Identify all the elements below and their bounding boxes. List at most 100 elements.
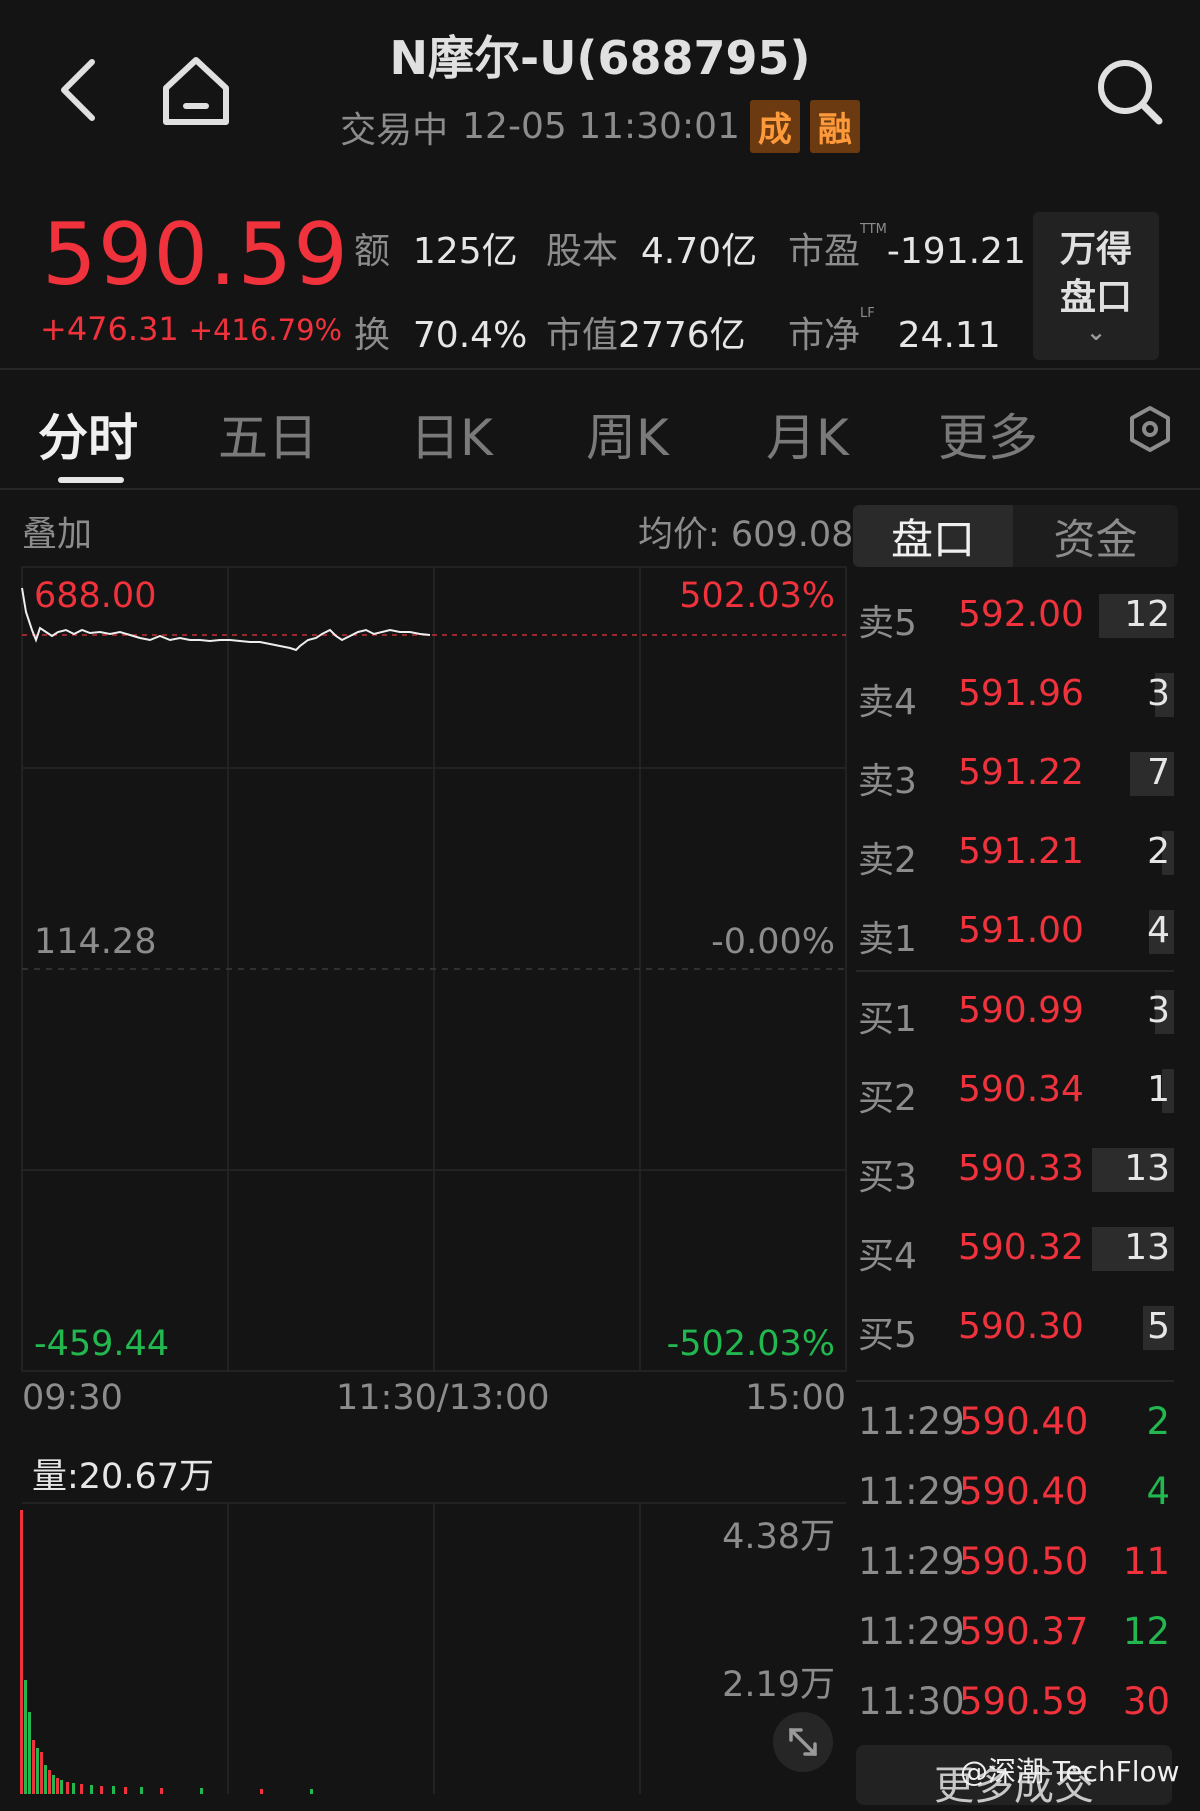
settings-hexagon-icon bbox=[1130, 406, 1170, 452]
level-quantity: 7 bbox=[1147, 752, 1170, 793]
y-axis-top-price: 688.00 bbox=[34, 576, 157, 616]
level-quantity: 3 bbox=[1147, 990, 1170, 1031]
level-quantity: 12 bbox=[1124, 594, 1170, 635]
level-price: 590.33 bbox=[958, 1148, 1084, 1189]
volume-label: 量:20.67万 bbox=[32, 1457, 214, 1497]
y-axis-mid-price: 114.28 bbox=[34, 922, 157, 962]
volume-axis-mid: 2.19万 bbox=[722, 1665, 835, 1705]
y-axis-bottom-price: -459.44 bbox=[34, 1324, 170, 1364]
chevron-down-icon: ⌄ bbox=[1085, 318, 1107, 346]
trade-quantity: 12 bbox=[1122, 1610, 1170, 1653]
orderbook-row[interactable]: 卖3 591.22 7 bbox=[856, 742, 1174, 806]
y-axis-mid-percent: -0.00% bbox=[711, 922, 835, 962]
volume-bar bbox=[260, 1789, 263, 1794]
wande-line1: 万得 bbox=[1059, 229, 1132, 270]
orderbook-trades-divider bbox=[856, 1380, 1174, 1382]
level-price: 590.30 bbox=[958, 1306, 1084, 1347]
volume-bar bbox=[80, 1784, 83, 1794]
orderbook-row[interactable]: 买5 590.30 5 bbox=[856, 1296, 1174, 1360]
trade-quantity: 11 bbox=[1122, 1540, 1170, 1583]
orderbook-row[interactable]: 买4 590.32 13 bbox=[856, 1217, 1174, 1281]
level-quantity: 2 bbox=[1147, 831, 1170, 872]
volume-bar bbox=[124, 1787, 127, 1794]
level-quantity: 5 bbox=[1147, 1306, 1170, 1347]
wande-orderbook-button[interactable]: 万得 盘口 ⌄ bbox=[1033, 212, 1159, 360]
orderbook-row[interactable]: 买1 590.99 3 bbox=[856, 980, 1174, 1044]
volume-bar bbox=[56, 1778, 59, 1794]
volume-bar bbox=[72, 1783, 75, 1794]
x-axis-start: 09:30 bbox=[22, 1378, 123, 1418]
level-price: 590.34 bbox=[958, 1069, 1084, 1110]
volume-bar bbox=[140, 1787, 143, 1794]
volume-bar bbox=[66, 1782, 69, 1794]
level-quantity: 13 bbox=[1124, 1227, 1170, 1268]
level-quantity: 13 bbox=[1124, 1148, 1170, 1189]
trade-price: 590.59 bbox=[959, 1680, 1089, 1723]
search-button[interactable] bbox=[1090, 52, 1170, 132]
level-label: 卖3 bbox=[858, 761, 917, 802]
level-price: 591.22 bbox=[958, 752, 1084, 793]
volume-bar bbox=[40, 1752, 43, 1794]
level-price: 591.00 bbox=[958, 910, 1084, 951]
chart-settings-button[interactable] bbox=[1126, 402, 1174, 456]
volume-bar bbox=[28, 1712, 31, 1794]
orderbook-row[interactable]: 卖5 592.00 12 bbox=[856, 584, 1174, 648]
wande-line2: 盘口 bbox=[1059, 277, 1132, 318]
volume-bar bbox=[52, 1775, 55, 1794]
level-label: 买5 bbox=[858, 1315, 917, 1356]
y-axis-bottom-percent: -502.03% bbox=[666, 1324, 835, 1364]
level-price: 590.32 bbox=[958, 1227, 1084, 1268]
orderbook-row[interactable]: 卖1 591.00 4 bbox=[856, 900, 1174, 964]
volume-axis-top: 4.38万 bbox=[722, 1517, 835, 1557]
y-axis-top-percent: 502.03% bbox=[679, 576, 835, 616]
tab-orderbook[interactable]: 盘口 bbox=[853, 505, 1013, 567]
orderbook-row[interactable]: 买2 590.34 1 bbox=[856, 1059, 1174, 1123]
level-quantity: 1 bbox=[1147, 1069, 1170, 1110]
trade-price: 590.37 bbox=[959, 1610, 1089, 1653]
trade-price: 590.40 bbox=[959, 1400, 1089, 1443]
x-axis-end: 15:00 bbox=[745, 1378, 846, 1418]
volume-bar bbox=[32, 1740, 35, 1794]
orderbook-row[interactable]: 卖2 591.21 2 bbox=[856, 821, 1174, 885]
volume-bar bbox=[100, 1786, 103, 1794]
level-label: 买1 bbox=[858, 999, 917, 1040]
search-icon bbox=[1098, 60, 1163, 125]
level-label: 卖1 bbox=[858, 919, 917, 960]
volume-bar bbox=[44, 1765, 47, 1794]
x-axis-mid: 11:30/13:00 bbox=[336, 1378, 550, 1418]
level-label: 买3 bbox=[858, 1157, 917, 1198]
level-label: 买2 bbox=[858, 1078, 917, 1119]
level-price: 591.96 bbox=[958, 673, 1084, 714]
level-price: 592.00 bbox=[958, 594, 1084, 635]
trade-quantity: 30 bbox=[1122, 1680, 1170, 1723]
volume-bar bbox=[90, 1785, 93, 1794]
level-label: 卖2 bbox=[858, 840, 917, 881]
orderbook-row[interactable]: 卖4 591.96 3 bbox=[856, 663, 1174, 727]
watermark: @深潮 TechFlow bbox=[960, 1755, 1180, 1788]
tab-capital-flow[interactable]: 资金 bbox=[1013, 505, 1178, 567]
level-price: 590.99 bbox=[958, 990, 1084, 1031]
volume-bar bbox=[310, 1789, 313, 1794]
trade-price: 590.40 bbox=[959, 1470, 1089, 1513]
level-label: 卖4 bbox=[858, 682, 917, 723]
volume-bar bbox=[36, 1748, 39, 1794]
expand-arrows-icon bbox=[789, 1728, 817, 1756]
volume-bar bbox=[200, 1788, 203, 1794]
fullscreen-button[interactable] bbox=[773, 1712, 833, 1772]
trade-quantity: 4 bbox=[1146, 1470, 1170, 1513]
trade-time: 11:29 bbox=[858, 1540, 965, 1583]
volume-bar bbox=[112, 1786, 115, 1794]
level-price: 591.21 bbox=[958, 831, 1084, 872]
volume-bar bbox=[60, 1780, 63, 1794]
tab-more[interactable]: 更多 bbox=[938, 398, 1038, 470]
level-label: 买4 bbox=[858, 1236, 917, 1277]
level-label: 卖5 bbox=[858, 603, 917, 644]
level-quantity: 4 bbox=[1147, 910, 1170, 951]
orderbook-row[interactable]: 买3 590.33 13 bbox=[856, 1138, 1174, 1202]
volume-bar bbox=[160, 1788, 163, 1794]
chart-grid bbox=[21, 566, 847, 1794]
trade-time: 11:29 bbox=[858, 1610, 965, 1653]
trade-quantity: 2 bbox=[1146, 1400, 1170, 1443]
volume-bar bbox=[24, 1680, 27, 1794]
trade-price: 590.50 bbox=[959, 1540, 1089, 1583]
